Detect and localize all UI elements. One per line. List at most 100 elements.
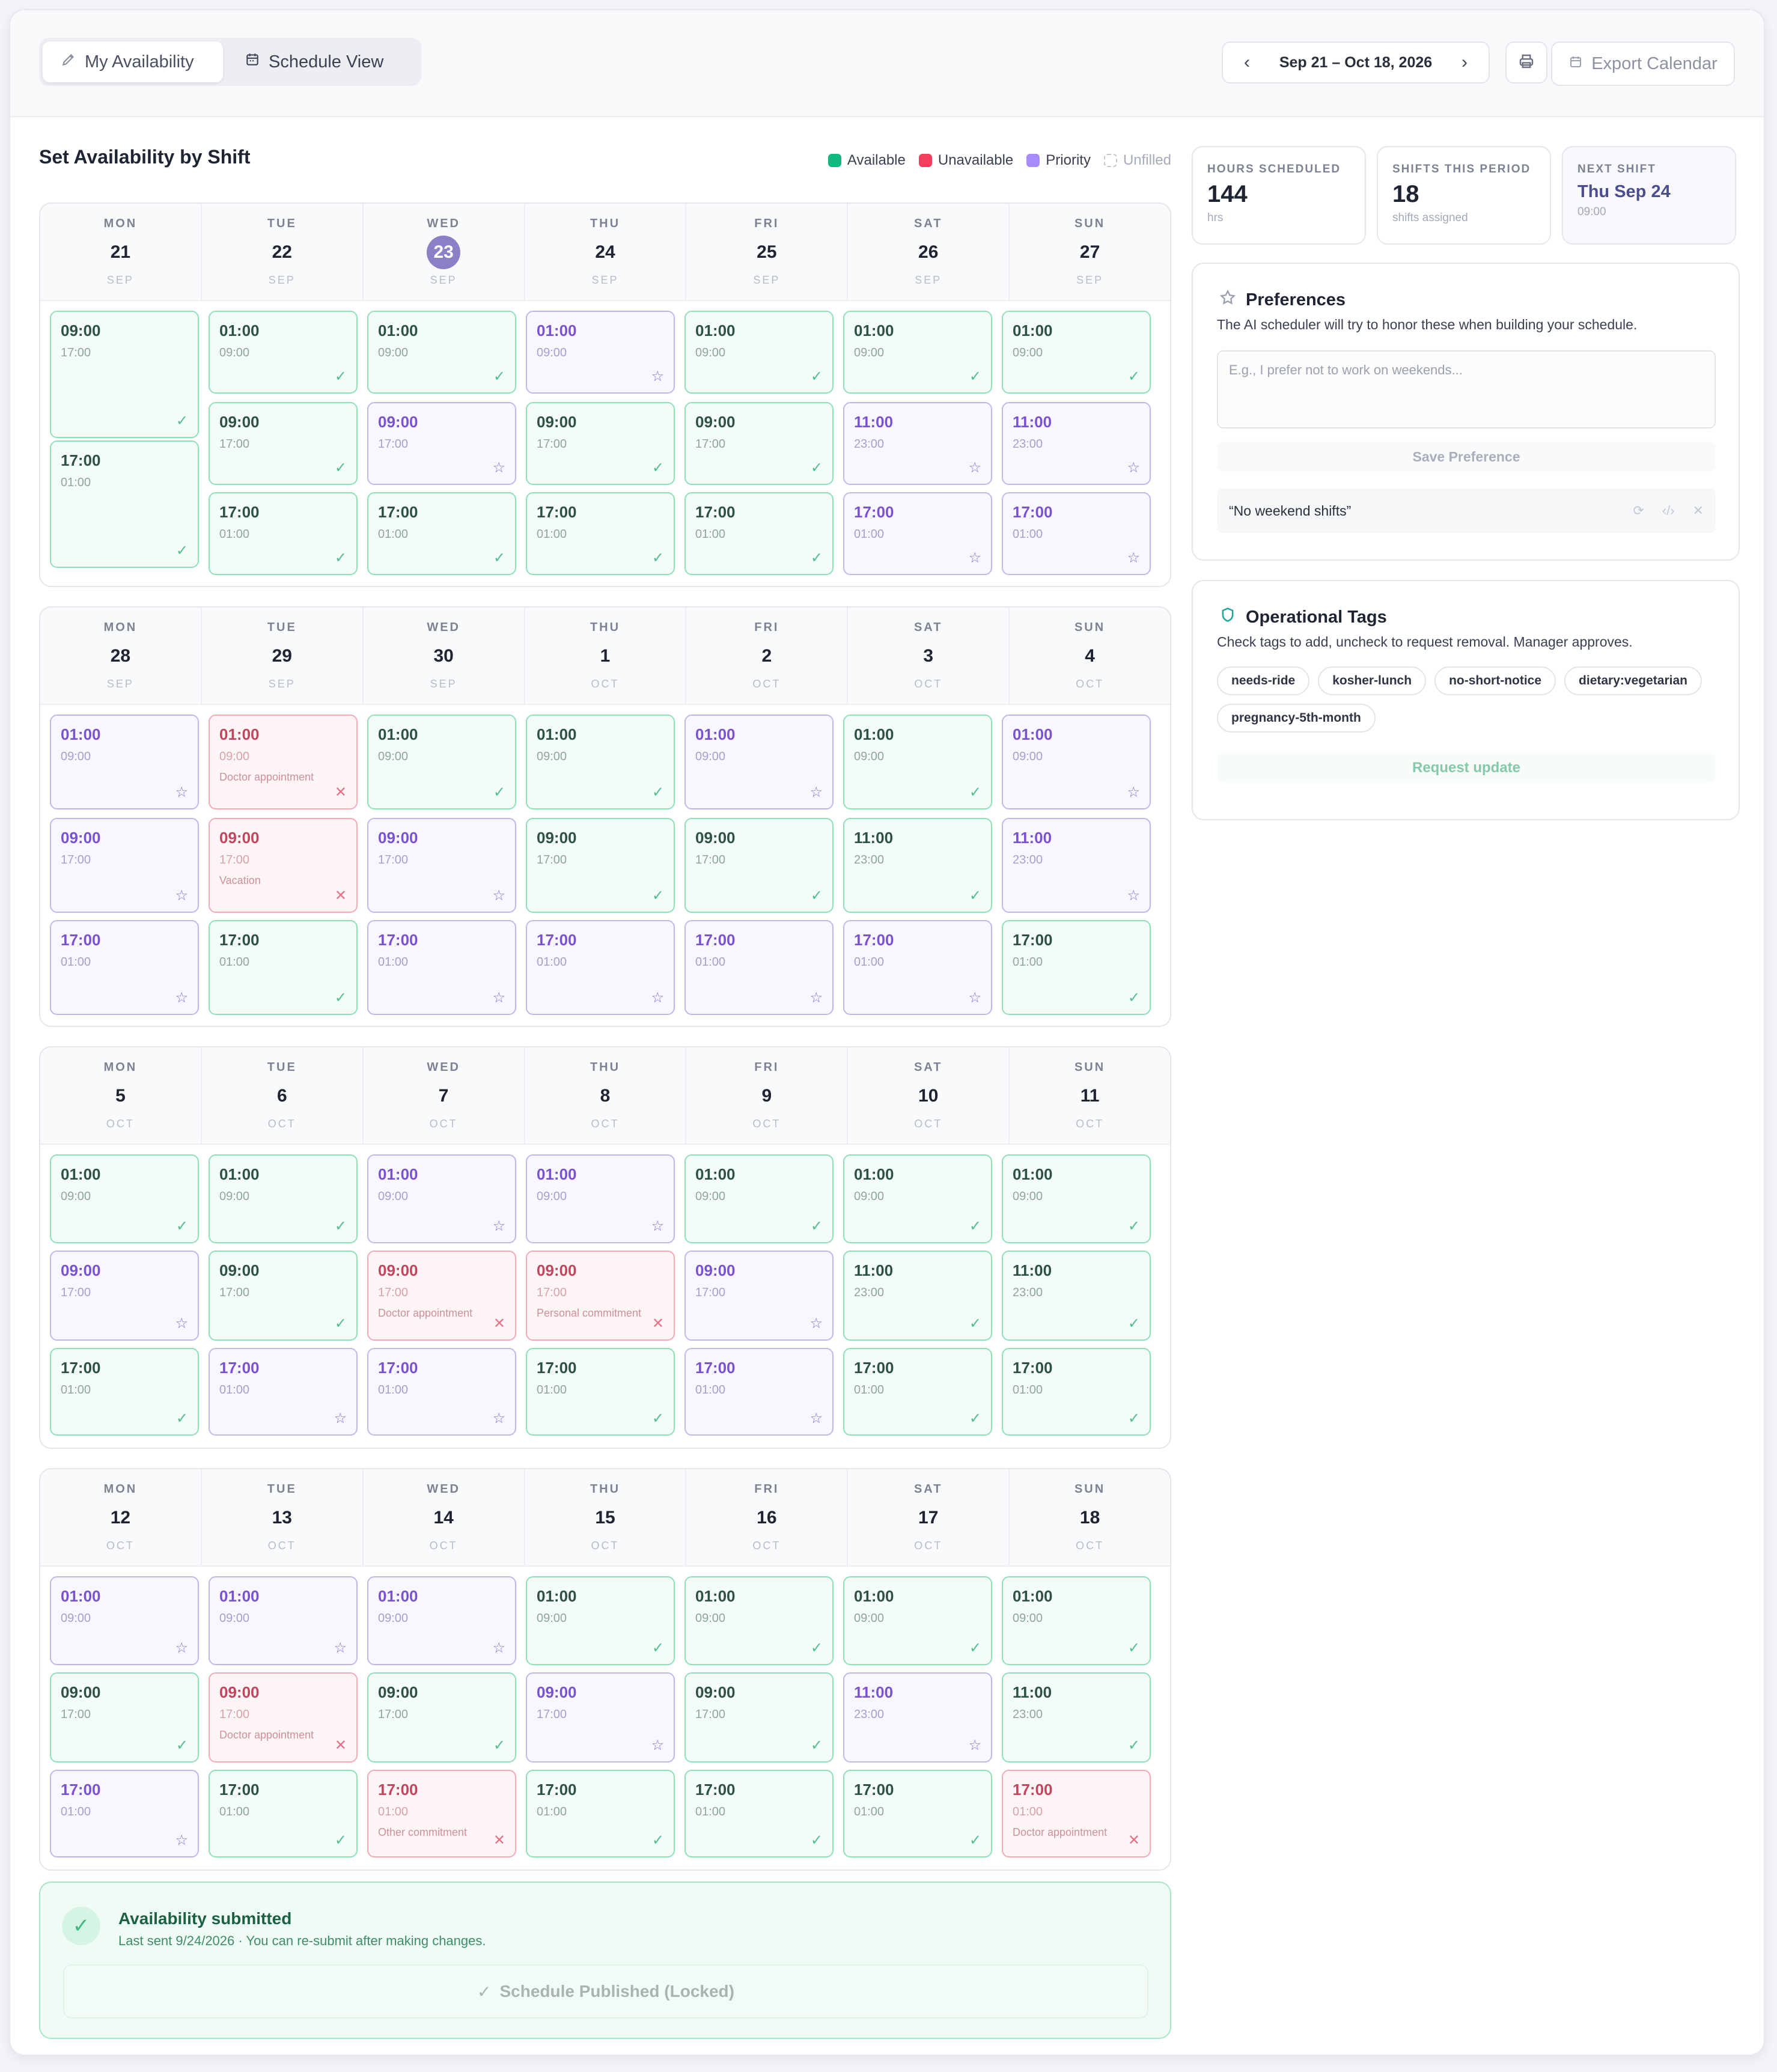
shift-cell-priority[interactable]: 01:00 09:00 ☆ — [50, 1576, 199, 1665]
shift-cell-priority[interactable]: 17:00 01:00 ☆ — [684, 1348, 834, 1436]
shift-cell-priority[interactable]: 01:00 09:00 ☆ — [209, 1576, 358, 1665]
shift-cell-unavailable[interactable]: 17:00 01:00 Other commitment ✕ — [367, 1770, 516, 1857]
tag-chip[interactable]: kosher-lunch — [1318, 666, 1427, 695]
shift-cell-priority[interactable]: 09:00 17:00 ☆ — [367, 402, 516, 485]
shift-cell-available[interactable]: 01:00 09:00 ✓ — [1002, 1154, 1151, 1243]
shift-cell-available[interactable]: 01:00 09:00 ✓ — [209, 311, 358, 394]
refresh-icon[interactable]: ⟳ — [1633, 503, 1644, 519]
shift-cell-priority[interactable]: 17:00 01:00 ☆ — [50, 1770, 199, 1857]
shift-cell-priority[interactable]: 01:00 09:00 ☆ — [367, 1154, 516, 1243]
shift-cell-priority[interactable]: 01:00 09:00 ☆ — [367, 1576, 516, 1665]
shift-cell-available[interactable]: 17:00 01:00 ✓ — [684, 492, 834, 575]
shift-cell-available[interactable]: 09:00 17:00 ✓ — [684, 818, 834, 913]
shift-cell-available[interactable]: 01:00 09:00 ✓ — [209, 1154, 358, 1243]
shift-cell-priority[interactable]: 09:00 17:00 ☆ — [50, 818, 199, 913]
shift-cell-available[interactable]: 17:00 01:00 ✓ — [50, 440, 199, 568]
shift-cell-available[interactable]: 09:00 17:00 ✓ — [684, 402, 834, 485]
shift-cell-unavailable[interactable]: 09:00 17:00 Vacation ✕ — [209, 818, 358, 913]
shift-cell-priority[interactable]: 17:00 01:00 ☆ — [526, 920, 675, 1015]
shift-cell-priority[interactable]: 17:00 01:00 ☆ — [50, 920, 199, 1015]
shift-cell-priority[interactable]: 01:00 09:00 ☆ — [684, 715, 834, 809]
shift-cell-available[interactable]: 01:00 09:00 ✓ — [684, 311, 834, 394]
shift-cell-priority[interactable]: 09:00 17:00 ☆ — [684, 1251, 834, 1341]
shift-cell-available[interactable]: 01:00 09:00 ✓ — [843, 311, 992, 394]
shift-cell-available[interactable]: 17:00 01:00 ✓ — [526, 1770, 675, 1857]
shift-cell-available[interactable]: 01:00 09:00 ✓ — [684, 1576, 834, 1665]
close-icon[interactable]: ✕ — [1693, 503, 1704, 519]
shift-cell-available[interactable]: 09:00 17:00 ✓ — [50, 311, 199, 438]
shift-cell-available[interactable]: 17:00 01:00 ✓ — [209, 492, 358, 575]
shift-cell-unavailable[interactable]: 17:00 01:00 Doctor appointment ✕ — [1002, 1770, 1151, 1857]
shift-cell-available[interactable]: 01:00 09:00 ✓ — [50, 1154, 199, 1243]
shift-cell-available[interactable]: 17:00 01:00 ✓ — [684, 1770, 834, 1857]
shift-cell-available[interactable]: 17:00 01:00 ✓ — [209, 1770, 358, 1857]
shift-cell-available[interactable]: 01:00 09:00 ✓ — [1002, 311, 1151, 394]
code-icon[interactable]: ‹/› — [1662, 503, 1675, 519]
shift-cell-available[interactable]: 01:00 09:00 ✓ — [367, 311, 516, 394]
print-button[interactable] — [1505, 41, 1547, 84]
shift-cell-priority[interactable]: 09:00 17:00 ☆ — [526, 1672, 675, 1763]
chevron-right-icon[interactable]: › — [1451, 49, 1478, 76]
shift-cell-priority[interactable]: 09:00 17:00 ☆ — [367, 818, 516, 913]
shift-cell-priority[interactable]: 11:00 23:00 ☆ — [1002, 402, 1151, 485]
shift-cell-priority[interactable]: 17:00 01:00 ☆ — [843, 492, 992, 575]
chevron-left-icon[interactable]: ‹ — [1234, 49, 1260, 76]
shift-cell-available[interactable]: 17:00 01:00 ✓ — [526, 492, 675, 575]
shift-cell-available[interactable]: 17:00 01:00 ✓ — [209, 920, 358, 1015]
shift-cell-available[interactable]: 09:00 17:00 ✓ — [526, 818, 675, 913]
save-preference-button[interactable]: Save Preference — [1217, 442, 1716, 472]
shift-cell-available[interactable]: 17:00 01:00 ✓ — [1002, 920, 1151, 1015]
shift-cell-available[interactable]: 01:00 09:00 ✓ — [1002, 1576, 1151, 1665]
tab-my-availability[interactable]: My Availability — [43, 41, 223, 82]
tab-schedule-view[interactable]: Schedule View — [227, 41, 401, 82]
shift-cell-available[interactable]: 01:00 09:00 ✓ — [684, 1154, 834, 1243]
schedule-locked-button[interactable]: ✓ Schedule Published (Locked) — [63, 1964, 1148, 2019]
shift-cell-available[interactable]: 01:00 09:00 ✓ — [843, 1154, 992, 1243]
shift-cell-priority[interactable]: 01:00 09:00 ☆ — [526, 1154, 675, 1243]
tag-chip[interactable]: needs-ride — [1217, 666, 1310, 695]
shift-cell-available[interactable]: 01:00 09:00 ✓ — [526, 1576, 675, 1665]
shift-cell-available[interactable]: 17:00 01:00 ✓ — [843, 1348, 992, 1436]
shift-cell-available[interactable]: 11:00 23:00 ✓ — [1002, 1672, 1151, 1763]
shift-cell-priority[interactable]: 17:00 01:00 ☆ — [367, 1348, 516, 1436]
shift-cell-available[interactable]: 17:00 01:00 ✓ — [50, 1348, 199, 1436]
request-update-button[interactable]: Request update — [1217, 753, 1716, 783]
shift-cell-priority[interactable]: 01:00 09:00 ☆ — [1002, 715, 1151, 809]
shift-cell-available[interactable]: 01:00 09:00 ✓ — [367, 715, 516, 809]
shift-cell-priority[interactable]: 17:00 01:00 ☆ — [1002, 492, 1151, 575]
shift-cell-unavailable[interactable]: 09:00 17:00 Doctor appointment ✕ — [209, 1672, 358, 1763]
shift-cell-priority[interactable]: 11:00 23:00 ☆ — [1002, 818, 1151, 913]
shift-cell-priority[interactable]: 09:00 17:00 ☆ — [50, 1251, 199, 1341]
shift-cell-priority[interactable]: 17:00 01:00 ☆ — [367, 920, 516, 1015]
tag-chip[interactable]: pregnancy-5th-month — [1217, 704, 1376, 733]
shift-cell-priority[interactable]: 01:00 09:00 ☆ — [50, 715, 199, 809]
shift-cell-priority[interactable]: 17:00 01:00 ☆ — [843, 920, 992, 1015]
tag-chip[interactable]: dietary:vegetarian — [1564, 666, 1702, 695]
shift-cell-available[interactable]: 09:00 17:00 ✓ — [209, 402, 358, 485]
preference-input[interactable] — [1217, 350, 1716, 428]
shift-cell-priority[interactable]: 11:00 23:00 ☆ — [843, 1672, 992, 1763]
shift-cell-priority[interactable]: 17:00 01:00 ☆ — [209, 1348, 358, 1436]
shift-cell-available[interactable]: 17:00 01:00 ✓ — [1002, 1348, 1151, 1436]
shift-cell-available[interactable]: 09:00 17:00 ✓ — [209, 1251, 358, 1341]
shift-cell-available[interactable]: 17:00 01:00 ✓ — [367, 492, 516, 575]
shift-cell-available[interactable]: 17:00 01:00 ✓ — [526, 1348, 675, 1436]
shift-cell-priority[interactable]: 17:00 01:00 ☆ — [684, 920, 834, 1015]
shift-cell-available[interactable]: 09:00 17:00 ✓ — [50, 1672, 199, 1763]
shift-cell-priority[interactable]: 01:00 09:00 ☆ — [526, 311, 675, 394]
shift-cell-available[interactable]: 11:00 23:00 ✓ — [1002, 1251, 1151, 1341]
shift-cell-available[interactable]: 11:00 23:00 ✓ — [843, 818, 992, 913]
shift-cell-available[interactable]: 09:00 17:00 ✓ — [367, 1672, 516, 1763]
shift-cell-unavailable[interactable]: 09:00 17:00 Doctor appointment ✕ — [367, 1251, 516, 1341]
shift-cell-priority[interactable]: 11:00 23:00 ☆ — [843, 402, 992, 485]
shift-cell-available[interactable]: 01:00 09:00 ✓ — [843, 715, 992, 809]
export-calendar-button[interactable]: Export Calendar — [1551, 41, 1735, 86]
tag-chip[interactable]: no-short-notice — [1434, 666, 1556, 695]
shift-cell-available[interactable]: 09:00 17:00 ✓ — [526, 402, 675, 485]
shift-cell-available[interactable]: 11:00 23:00 ✓ — [843, 1251, 992, 1341]
shift-cell-available[interactable]: 09:00 17:00 ✓ — [684, 1672, 834, 1763]
shift-cell-unavailable[interactable]: 01:00 09:00 Doctor appointment ✕ — [209, 715, 358, 809]
shift-cell-unavailable[interactable]: 09:00 17:00 Personal commitment ✕ — [526, 1251, 675, 1341]
shift-cell-available[interactable]: 01:00 09:00 ✓ — [843, 1576, 992, 1665]
shift-cell-available[interactable]: 01:00 09:00 ✓ — [526, 715, 675, 809]
